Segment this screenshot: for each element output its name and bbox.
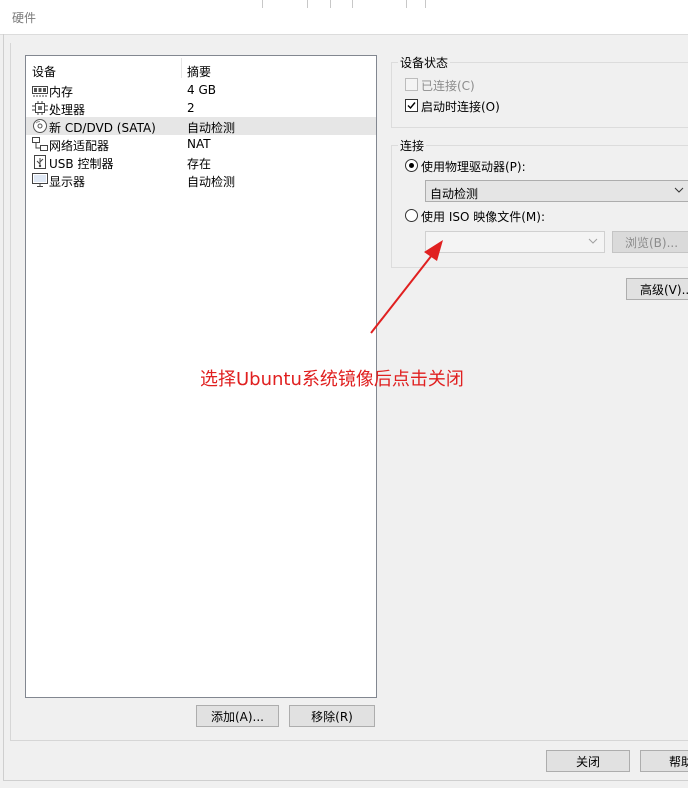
annotation-arrow-line <box>370 254 433 334</box>
close-button[interactable]: 关闭 <box>546 750 630 772</box>
annotation-text: 选择Ubuntu系统镜像后点击关闭 <box>200 369 464 390</box>
annotation-arrow-head <box>424 240 443 261</box>
help-button[interactable]: 帮助 <box>640 750 688 772</box>
annotation-arrow <box>370 240 443 334</box>
